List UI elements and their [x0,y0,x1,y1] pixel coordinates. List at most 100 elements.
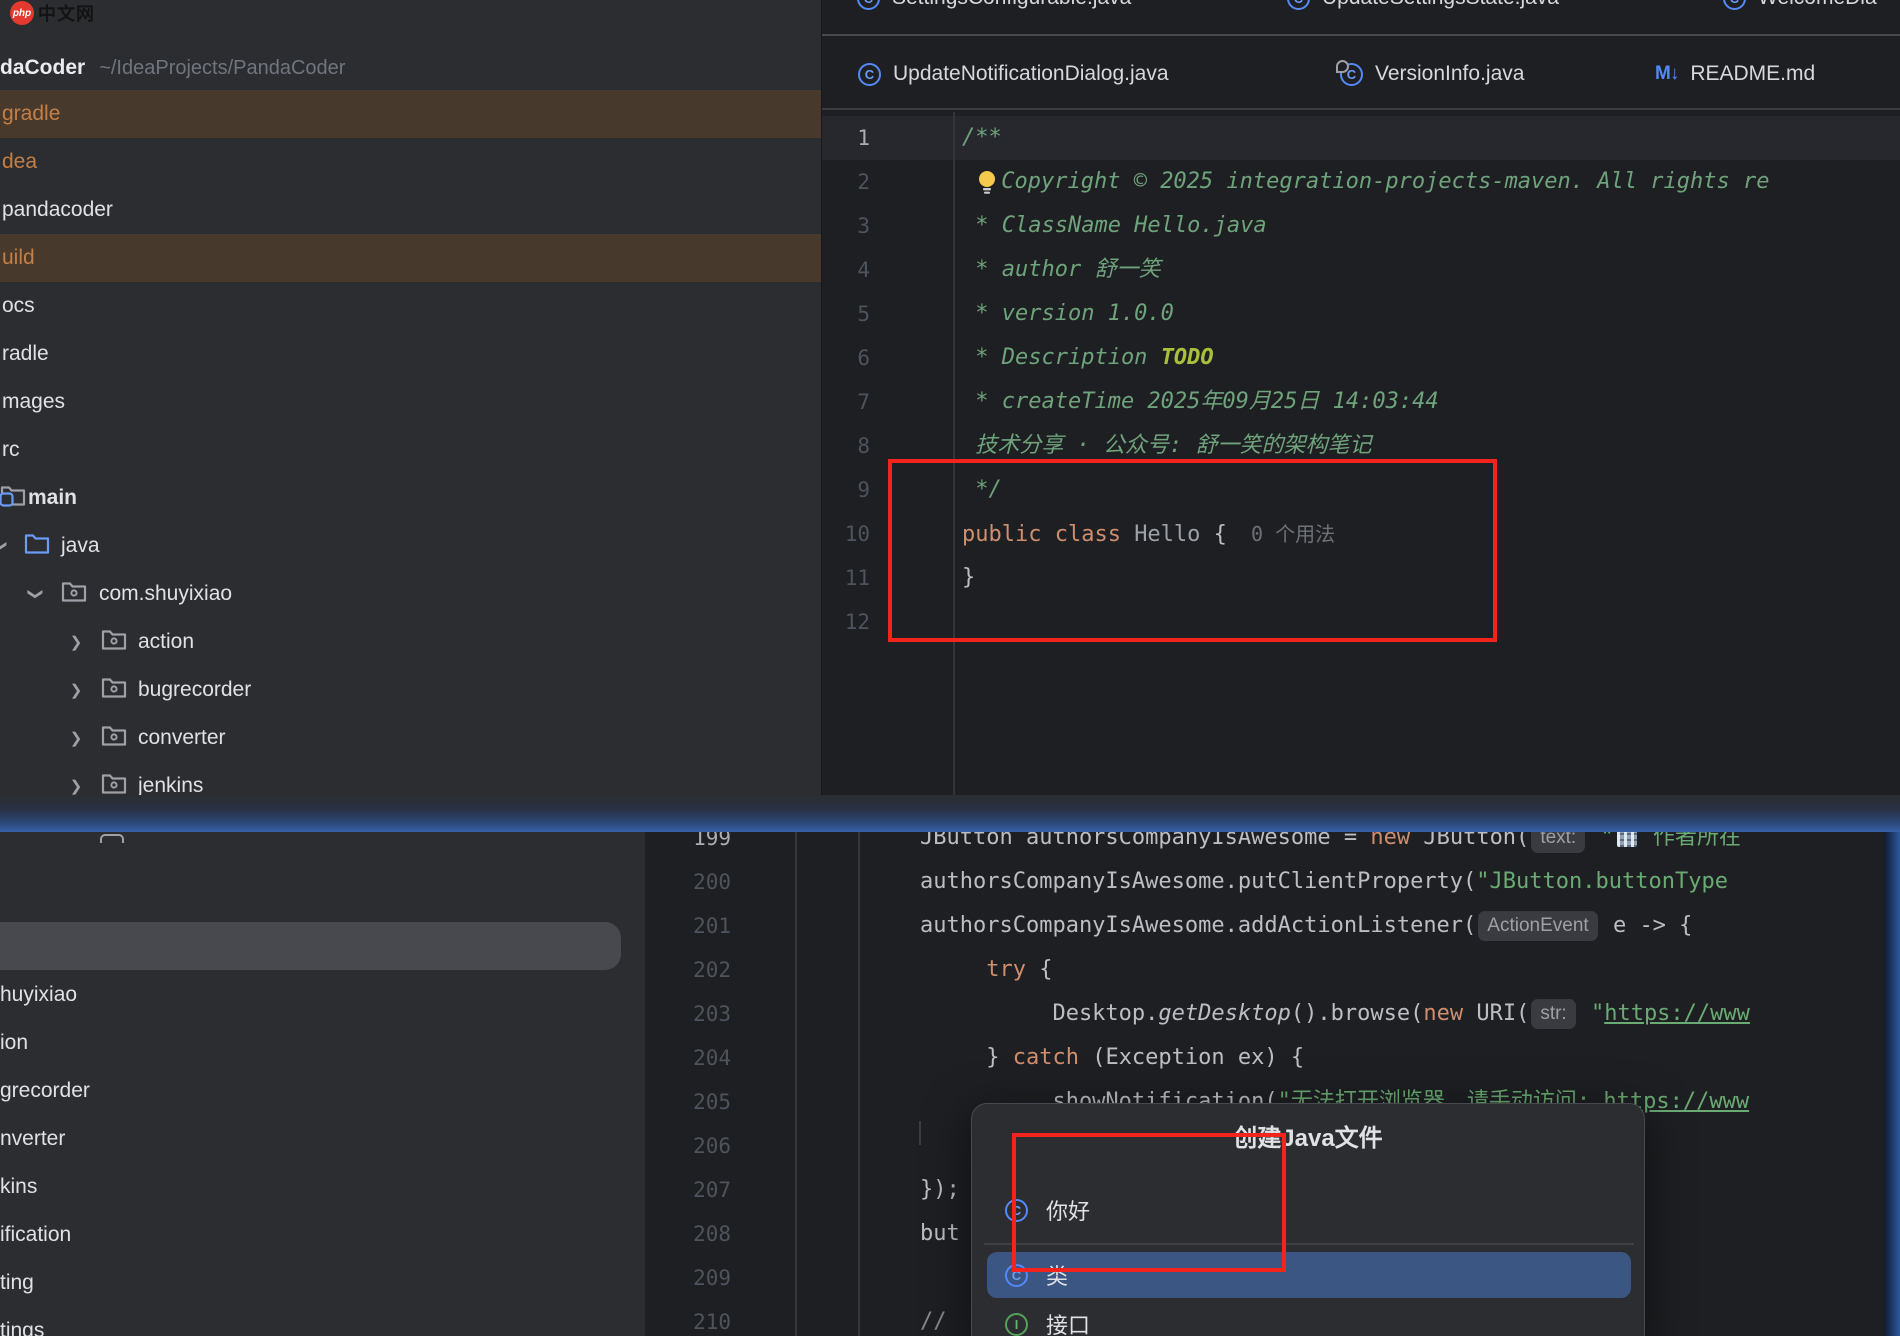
code-line-204[interactable]: 204 } catch (Exception ex) { [645,1036,1900,1080]
tree-item-kins[interactable]: kins [0,1163,645,1211]
lightbulb-icon[interactable] [975,167,999,193]
code-line-201[interactable]: 201authorsCompanyIsAwesome.addActionList… [645,904,1900,948]
tree-item-bugrecorder[interactable]: ❯ bugrecorder [0,666,822,714]
tree-item-label: uild [2,246,35,270]
code-line-4[interactable]: 4 * author 舒一笑 [822,248,1900,292]
code-line-5[interactable]: 5 * version 1.0.0 [822,292,1900,336]
code-line-202[interactable]: 202 try { [645,948,1900,992]
line-number: 9 [822,468,870,512]
tree-item-tings[interactable]: tings [0,1307,645,1336]
building-emoji-icon [1617,832,1637,847]
inlay-hint-chip: str: [1531,999,1575,1029]
code-line-199[interactable]: 199 JButton authorsCompanyIsAwesome = new… [645,832,1900,860]
code-token: Copyright © 2025 integration-projects-ma… [1001,169,1769,194]
code-token: * author 舒一笑 [962,257,1160,282]
tree-item-grecorder[interactable]: grecorder [0,1067,645,1115]
tree-item-pandacoder[interactable]: pandacoder [0,186,822,234]
chevron-down-icon[interactable]: ❯ [0,538,9,554]
tree-item-label: pandacoder [2,198,113,222]
tree-item-ting[interactable]: ting [0,1259,645,1307]
selected-row-highlight[interactable] [0,922,621,970]
tree-item-nverter[interactable]: nverter [0,1115,645,1163]
code-token: (Exception ex) { [1079,1045,1304,1070]
screenshot-divider-band [0,795,1900,832]
code-token: try [986,957,1026,982]
tree-item-main[interactable]: main [0,474,822,522]
line-number: 199 [645,832,731,860]
inlay-hint-chip: text: [1531,832,1585,853]
code-line-3[interactable]: 3 * ClassName Hello.java [822,204,1900,248]
tree-item-label: tings [0,1319,44,1336]
project-panel-bottom: huyixiao ion grecorder nverterkinsification… [0,832,645,1336]
tree-item-label: ting [0,1271,34,1295]
tree-item-ocs[interactable]: ocs [0,282,822,330]
tree-item-jenkins[interactable]: ❯jenkins [0,762,822,795]
code-text: * createTime 2025年09月25日 14:03:44 [962,380,1439,424]
tree-item-com.shuyixiao[interactable]: ❯com.shuyixiao [0,570,822,618]
code-line-203[interactable]: 203 Desktop.getDesktop().browse(new URI(… [645,992,1900,1036]
tree-item-dea[interactable]: dea [0,138,822,186]
tree-item-rc[interactable]: rc [0,426,822,474]
interface-icon: I [1005,1313,1028,1336]
line-number: 2 [822,160,870,204]
code-line-7[interactable]: 7 * createTime 2025年09月25日 14:03:44 [822,380,1900,424]
php-logo-icon: php [10,1,34,25]
code-line-6[interactable]: 6 * Description TODO [822,336,1900,380]
chevron-right-icon[interactable]: ❯ [68,777,84,795]
package-icon [101,628,127,657]
code-token [962,169,975,194]
line-number: 209 [645,1256,731,1300]
code-token: " [1591,1001,1604,1026]
line-number: 208 [645,1212,731,1256]
tree-item-java[interactable]: ❯ java [0,522,822,570]
tree-item-ion[interactable]: ion [0,1019,645,1067]
code-text: * Description TODO [962,336,1214,380]
code-token: ().browse( [1291,1001,1423,1026]
line-number: 5 [822,292,870,336]
tree-item-label: huyixiao [0,983,77,1007]
tree-item-ification[interactable]: ification [0,1211,645,1259]
code-token: 技术分享 · 公众号: 舒一笑的架构笔记 [962,433,1371,458]
tree-item-label: bugrecorder [138,678,251,702]
code-line-200[interactable]: 200authorsCompanyIsAwesome.putClientProp… [645,860,1900,904]
tree-item-gradle[interactable]: gradle [0,90,822,138]
tree-item-huyixiao[interactable]: huyixiao [0,971,645,1019]
line-number: 1 [822,116,870,160]
tree-item-label: rc [2,438,20,462]
app-root: php 中文网 daCoder ~/IdeaProjects/PandaCode… [0,0,1900,1336]
code-text: try { [920,948,1052,992]
code-token: }); [920,1177,960,1202]
tree-item-label: grecorder [0,1079,90,1103]
annotation-rect-class-body [888,459,1497,642]
code-line-1[interactable]: 1/** [822,116,1900,160]
folder-main-icon [0,484,26,513]
project-header[interactable]: daCoder ~/IdeaProjects/PandaCoder [0,52,345,84]
chevron-right-icon[interactable]: ❯ [68,633,84,651]
code-area-top[interactable]: 1/**2 Copyright © 2025 integration-proje… [822,0,1900,795]
line-number: 3 [822,204,870,248]
tree-item-label: java [61,534,100,558]
code-token: new [1423,1001,1463,1026]
chevron-right-icon[interactable]: ❯ [68,681,84,699]
code-text: // [920,1300,947,1336]
code-token [1587,832,1600,850]
line-number: 205 [645,1080,731,1124]
chevron-down-icon[interactable]: ❯ [27,586,45,602]
project-path: ~/IdeaProjects/PandaCoder [99,57,345,80]
line-number: 12 [822,600,870,644]
code-text: authorsCompanyIsAwesome.addActionListene… [920,904,1692,948]
line-number: 11 [822,556,870,600]
code-text: }); [920,1168,960,1212]
project-panel: php 中文网 daCoder ~/IdeaProjects/PandaCode… [0,0,822,795]
code-token: authorsCompanyIsAwesome.putClientPropert… [920,869,1476,894]
tree-item-radle[interactable]: radle [0,330,822,378]
code-text: JButton authorsCompanyIsAwesome = new JB… [920,832,1741,860]
tree-item-action[interactable]: ❯action [0,618,822,666]
popup-item-接口[interactable]: I接口 [987,1301,1631,1336]
chevron-right-icon[interactable]: ❯ [68,729,84,747]
code-line-2[interactable]: 2 Copyright © 2025 integration-projects-… [822,160,1900,204]
tree-item-mages[interactable]: mages [0,378,822,426]
tree-item-uild[interactable]: uild [0,234,822,282]
tree-item-converter[interactable]: ❯converter [0,714,822,762]
tree-item-label: gradle [2,102,60,126]
